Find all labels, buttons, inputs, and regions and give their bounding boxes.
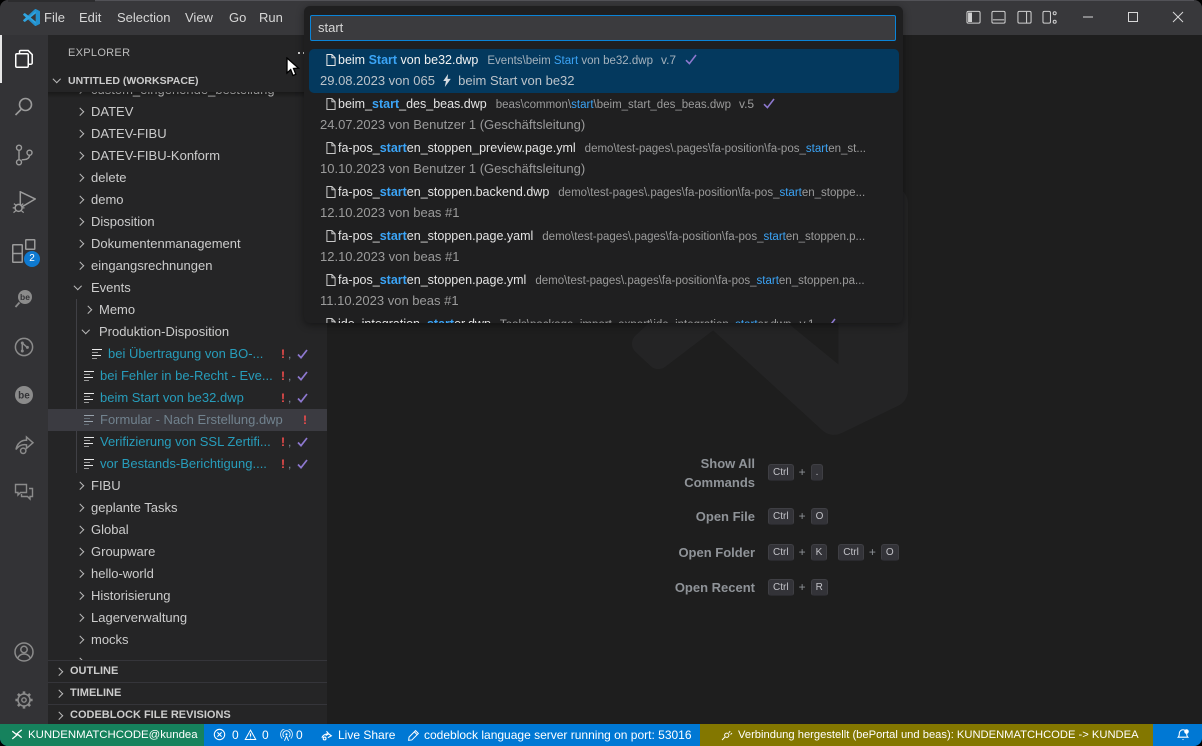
svg-text:be: be: [20, 292, 30, 302]
svg-text:be: be: [18, 391, 30, 402]
